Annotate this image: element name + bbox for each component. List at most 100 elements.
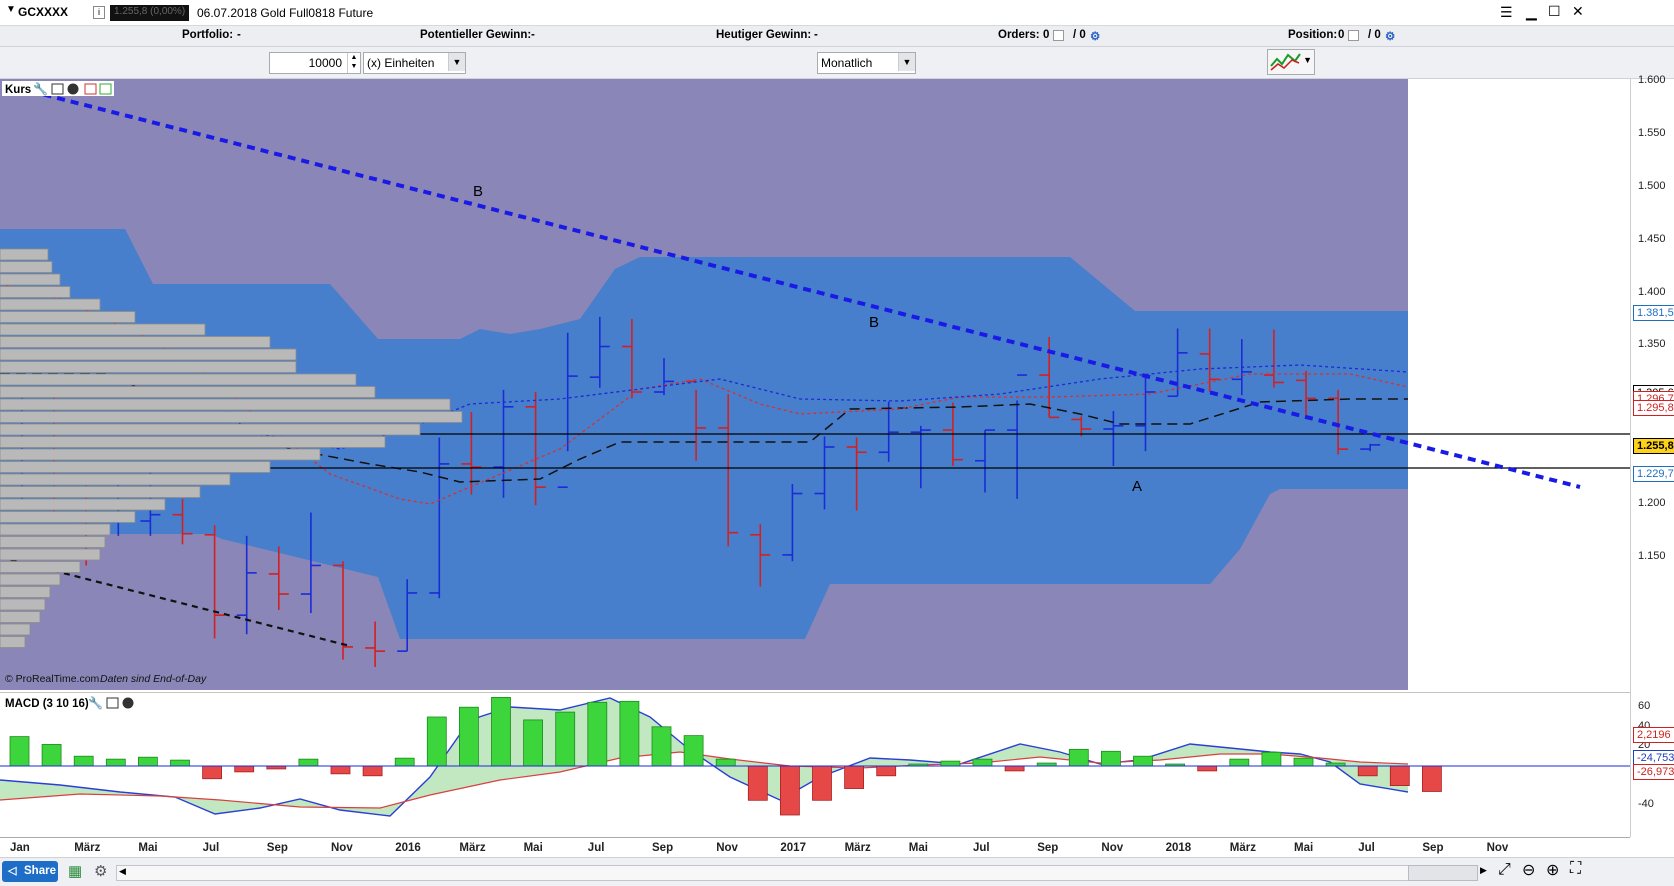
horizontal-scrollbar[interactable]: ◀ ▶	[116, 865, 1478, 881]
macd-bar	[330, 765, 351, 775]
annotation-b1: B	[473, 183, 483, 200]
account-bar: Portfolio: - Potentieller Gewinn: - Heut…	[0, 26, 1674, 47]
zoom-fit-icon[interactable]: ⤢	[1498, 861, 1511, 879]
time-axis-label: Sep	[1422, 842, 1444, 854]
time-axis[interactable]: Jan März Mai Jul Sep Nov 2016 März Mai Jul Sep Nov 2…	[0, 837, 1630, 858]
time-axis-label: 2017	[780, 842, 806, 854]
macd-bar	[844, 765, 864, 789]
price-chart[interactable]: B B A Kurs 🔧 © ProRealTime.com Daten sin…	[0, 79, 1630, 690]
time-axis-label: Mai	[1294, 842, 1314, 854]
menu-icon[interactable]: ☰	[1500, 4, 1513, 21]
scroll-thumb[interactable]	[1408, 865, 1478, 881]
macd-chart[interactable]: MACD (3 10 16) 🔧	[0, 692, 1630, 837]
macd-bar	[651, 726, 672, 767]
quantity-spin-icon[interactable]: ▲ ▼	[347, 53, 360, 73]
macd-bar	[1261, 751, 1282, 767]
scroll-left-icon[interactable]: ◀	[119, 866, 126, 877]
volume-profile-bar	[0, 373, 357, 386]
time-axis-label: Mai	[138, 842, 158, 854]
time-axis-label: Nov	[1101, 842, 1124, 854]
volume-profile-bar	[0, 348, 297, 361]
move-down-icon	[84, 83, 97, 95]
volume-profile-bar	[0, 498, 166, 511]
quantity-value[interactable]: 10000	[309, 53, 342, 73]
maximize-icon[interactable]: ☐	[1548, 3, 1561, 20]
share-icon: ◁	[8, 865, 17, 877]
settings-icon[interactable]: ⚙	[94, 862, 107, 880]
chart-type-button[interactable]: ▼	[1267, 49, 1315, 75]
volume-profile-bar	[0, 273, 61, 286]
price-axis-label: 1.600	[1638, 74, 1666, 86]
position-settings-icon[interactable]: ⚙	[1385, 29, 1395, 43]
volume-profile-bar	[0, 323, 206, 336]
window-icon	[51, 83, 64, 95]
close-icon[interactable]: ✕	[1572, 3, 1584, 20]
volume-profile-bar	[0, 461, 271, 473]
volume-profile-bar	[0, 511, 136, 523]
time-axis-label: Jul	[587, 842, 605, 854]
macd-panel-title: MACD (3 10 16)	[5, 698, 89, 710]
volume-profile-bar	[0, 548, 101, 561]
symbol-dropdown-icon[interactable]: ▼	[6, 4, 16, 15]
chevron-down-icon[interactable]: ▼	[448, 53, 465, 71]
scroll-thumb[interactable]	[1467, 867, 1617, 877]
volume-profile-bar	[0, 386, 376, 398]
unit-select[interactable]: (x) Einheiten ▼	[363, 52, 466, 74]
symbol-label[interactable]: GCXXXX	[18, 5, 68, 19]
portfolio-label: Portfolio:	[182, 29, 234, 41]
timeframe-value: Monatlich	[821, 56, 873, 70]
macd-bar	[298, 758, 319, 767]
info-icon[interactable]: i	[93, 6, 105, 19]
macd-bar	[1357, 765, 1378, 777]
price-axis-label: 1.450	[1638, 232, 1666, 245]
position-label: Position:	[1288, 29, 1338, 41]
macd-bar	[9, 736, 30, 767]
time-axis-label: Nov	[331, 842, 353, 854]
orders-clear-icon[interactable]	[1053, 30, 1064, 41]
zoom-out-icon[interactable]: ⊖	[1522, 860, 1535, 880]
price-panel-title: Kurs	[5, 84, 31, 96]
unit-value: (x) Einheiten	[367, 56, 435, 70]
share-button[interactable]: ◁ Share	[2, 861, 58, 882]
price-axis-label: 1.550	[1638, 126, 1666, 139]
right-axis[interactable]: 1.6001.5501.5001.4501.4001.3501.3001.250…	[1630, 74, 1674, 837]
time-axis-label: Nov	[716, 842, 738, 854]
macd-bar	[940, 760, 961, 767]
volume-profile-bar	[0, 473, 231, 486]
watermark-note: Daten sind End-of-Day	[100, 673, 207, 685]
chart-tools-icon[interactable]: ▦	[68, 862, 82, 880]
chevron-down-icon[interactable]: ▼	[1303, 55, 1312, 65]
price-axis-label: 1.200	[1638, 497, 1666, 510]
chevron-down-icon[interactable]: ▼	[898, 53, 915, 71]
orders-value2: / 0	[1073, 29, 1086, 41]
position-clear-icon[interactable]	[1348, 30, 1359, 41]
minimize-icon[interactable]: ▁	[1526, 4, 1537, 21]
time-axis-label: Sep	[266, 842, 288, 854]
volume-profile-bar	[0, 248, 49, 261]
zoom-in-icon[interactable]: ⊕	[1546, 860, 1559, 880]
macd-bar	[555, 711, 576, 767]
volume-profile-bar	[0, 486, 201, 498]
volume-profile-bar	[0, 623, 31, 636]
volume-profile-bar	[0, 523, 111, 536]
macd-bar	[362, 765, 383, 777]
timeframe-select[interactable]: Monatlich ▼	[817, 52, 916, 74]
time-axis-label: Jul	[973, 842, 990, 854]
orders-value: 0	[1043, 29, 1050, 41]
quantity-stepper[interactable]: 10000 ▲ ▼	[269, 52, 361, 74]
macd-bar	[105, 758, 126, 767]
volume-profile-bar	[0, 561, 81, 573]
fullscreen-icon[interactable]: ⛶	[1570, 860, 1581, 878]
macd-tag-label: -26,973	[1633, 764, 1674, 780]
scroll-right-end-icon[interactable]: ▶	[1480, 865, 1487, 876]
time-axis-label: März	[459, 842, 486, 854]
orders-settings-icon[interactable]: ⚙	[1090, 29, 1100, 43]
volume-profile-bar	[0, 411, 463, 423]
time-axis-label: Jul	[1358, 842, 1375, 854]
time-axis-label: Sep	[1037, 842, 1059, 854]
volume-profile-bar	[0, 361, 297, 373]
macd-bar	[1101, 750, 1121, 767]
macd-bar	[876, 765, 897, 777]
macd-axis-label: 60	[1638, 700, 1651, 713]
macd-bar	[1229, 758, 1250, 767]
